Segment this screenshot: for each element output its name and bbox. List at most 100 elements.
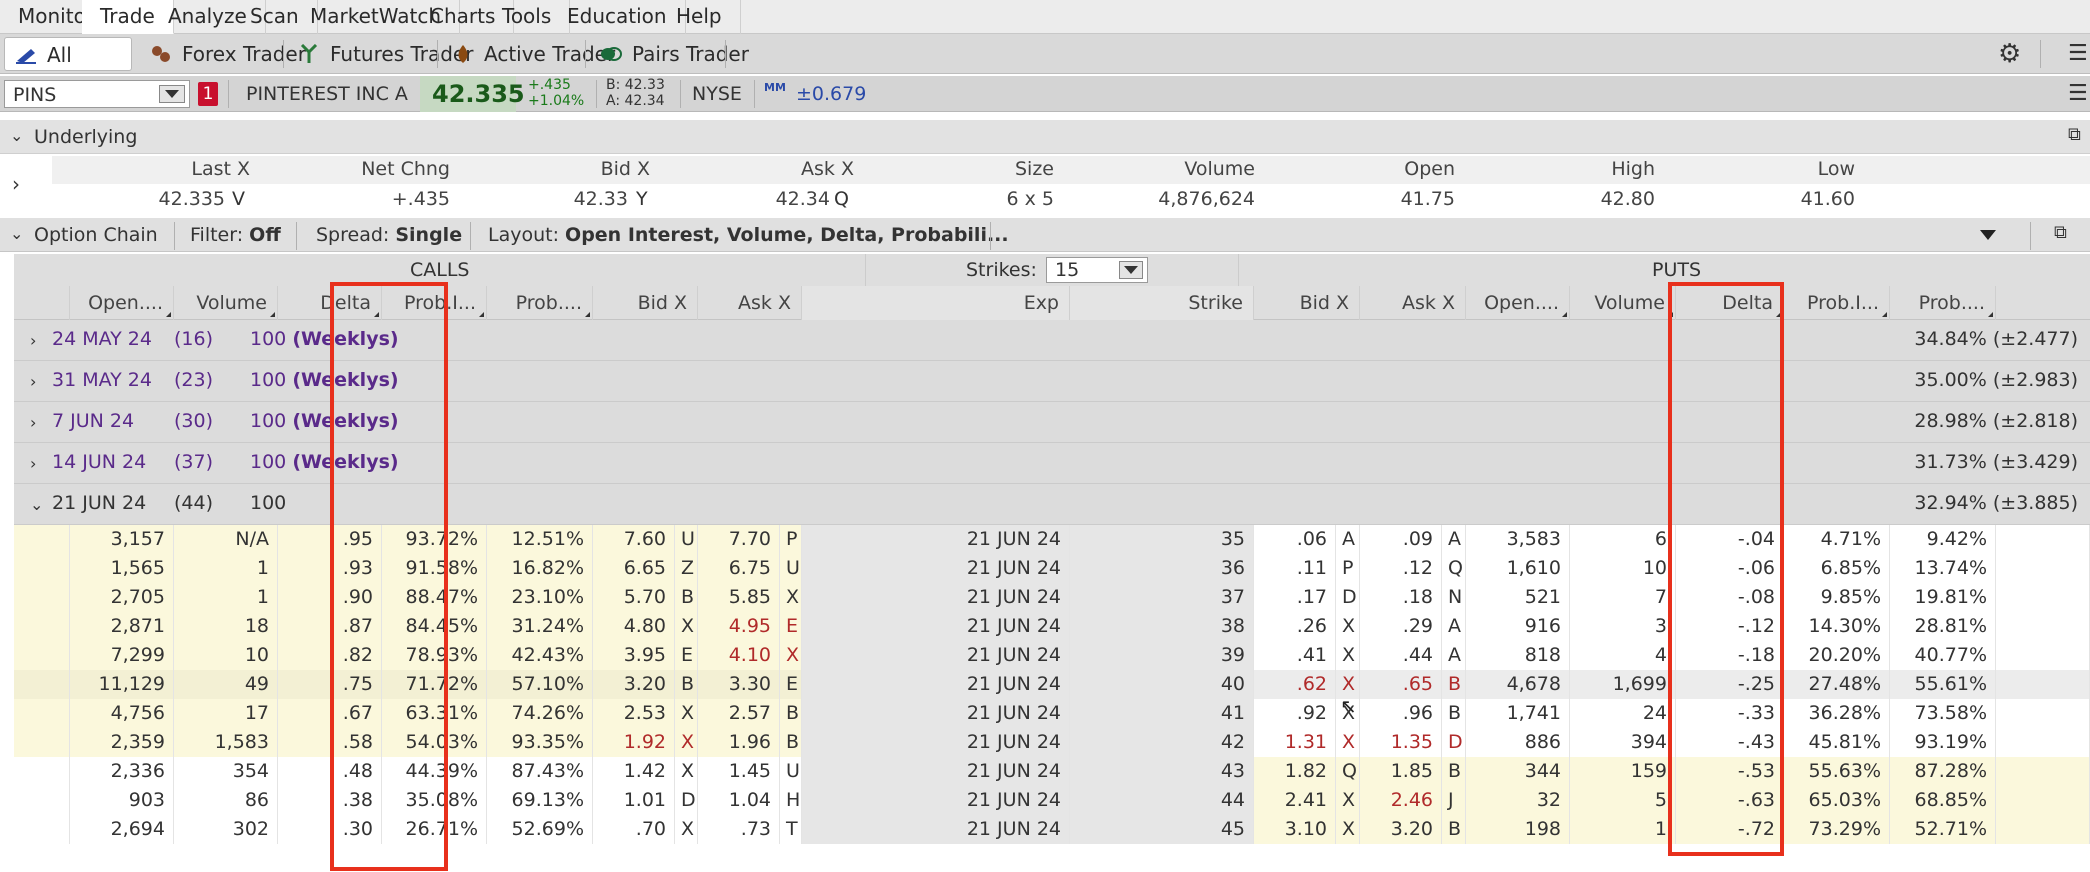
expiration-days: (30) [174, 410, 214, 432]
chevron-down-icon[interactable]: ⌄ [10, 224, 23, 243]
layout-dropdown[interactable]: Layout: Open Interest, Volume, Delta, Pr… [488, 218, 1009, 252]
call-bid[interactable]: 7.60 [593, 525, 675, 554]
chevron-right-icon[interactable]: › [30, 454, 36, 473]
put-ask[interactable]: .09 [1360, 525, 1442, 554]
put-bid[interactable]: 3.10 [1254, 815, 1336, 844]
col-strike[interactable]: Strike [1070, 286, 1254, 320]
col-exp[interactable]: Exp [802, 286, 1070, 320]
call-prob-touch: 69.13% [487, 786, 593, 815]
product-all-products[interactable]: All Products [4, 37, 133, 101]
chevron-right-icon[interactable]: › [30, 372, 36, 391]
put-ask[interactable]: .44 [1360, 641, 1442, 670]
call-bid[interactable]: 1.01 [593, 786, 675, 815]
chevron-right-icon[interactable]: › [12, 172, 20, 196]
call-ask[interactable]: 4.10 [698, 641, 780, 670]
call-bid[interactable]: .70 [593, 815, 675, 844]
col-put-prob-itm[interactable]: Prob.I... [1784, 286, 1890, 320]
put-bid[interactable]: 1.82 [1254, 757, 1336, 786]
call-bid[interactable]: 6.65 [593, 554, 675, 583]
col-call-ask[interactable]: Ask X [698, 286, 802, 320]
put-ask[interactable]: .96 [1360, 699, 1442, 728]
put-bid-exchange: Q [1336, 757, 1360, 786]
put-bid-exchange: X [1336, 641, 1360, 670]
call-ask[interactable]: 6.75 [698, 554, 780, 583]
alert-badge[interactable]: 1 [198, 82, 218, 106]
put-bid[interactable]: 2.41 [1254, 786, 1336, 815]
calls-label: CALLS [410, 259, 470, 281]
col-call-bid[interactable]: Bid X [593, 286, 698, 320]
call-bid[interactable]: 3.20 [593, 670, 675, 699]
put-bid[interactable]: .06 [1254, 525, 1336, 554]
row-expiration: 21 JUN 24 [802, 757, 1070, 786]
menu-tab-help[interactable]: Help [658, 0, 741, 34]
chevron-right-icon[interactable]: › [30, 413, 36, 432]
call-ask[interactable]: 5.85 [698, 583, 780, 612]
col-call-volume[interactable]: Volume [174, 286, 278, 320]
underlying-size: 6 x 5 [1006, 188, 1055, 210]
put-bid[interactable]: .62 [1254, 670, 1336, 699]
call-bid[interactable]: 5.70 [593, 583, 675, 612]
list-menu-icon[interactable]: ☰ [2068, 38, 2088, 70]
col-put-prob-touch[interactable]: Prob.... [1890, 286, 1996, 320]
put-ask[interactable]: 2.46 [1360, 786, 1442, 815]
call-bid[interactable]: 1.92 [593, 728, 675, 757]
put-ask[interactable]: 1.85 [1360, 757, 1442, 786]
call-bid[interactable]: 1.42 [593, 757, 675, 786]
col-put-open-interest[interactable]: Open.... [1466, 286, 1570, 320]
divider [990, 222, 991, 250]
gear-icon[interactable]: ⚙ [1998, 38, 2021, 70]
call-ask[interactable]: 1.96 [698, 728, 780, 757]
strikes-select[interactable]: 15 [1046, 257, 1148, 283]
call-ask[interactable]: 2.57 [698, 699, 780, 728]
call-bid[interactable]: 3.95 [593, 641, 675, 670]
put-bid[interactable]: 1.31 [1254, 728, 1336, 757]
call-open-interest: 2,705 [70, 583, 174, 612]
popout-icon[interactable]: ⧉ [2054, 222, 2067, 243]
put-open-interest: 818 [1466, 641, 1570, 670]
spread-dropdown[interactable]: Spread: Single [316, 218, 462, 252]
call-bid[interactable]: 2.53 [593, 699, 675, 728]
call-bid[interactable]: 4.80 [593, 612, 675, 641]
filter-dropdown[interactable]: Filter: Off [190, 218, 281, 252]
call-bid-exchange: X [675, 757, 698, 786]
row-expiration: 21 JUN 24 [802, 612, 1070, 641]
call-ask[interactable]: 3.30 [698, 670, 780, 699]
call-ask[interactable]: 1.45 [698, 757, 780, 786]
put-ask[interactable]: 1.35 [1360, 728, 1442, 757]
underlying-section-header[interactable]: ⌄ Underlying ⧉ [0, 120, 2090, 154]
chevron-right-icon[interactable]: › [30, 331, 36, 350]
call-ask[interactable]: 7.70 [698, 525, 780, 554]
symbol-input[interactable]: PINS [4, 80, 190, 108]
chevron-down-icon[interactable]: ⌄ [30, 495, 43, 514]
put-bid[interactable]: .41 [1254, 641, 1336, 670]
col-put-bid[interactable]: Bid X [1254, 286, 1360, 320]
call-ask[interactable]: .73 [698, 815, 780, 844]
collapse-down-icon[interactable] [1980, 230, 1996, 240]
col-put-ask[interactable]: Ask X [1360, 286, 1466, 320]
call-bid-exchange: D [675, 786, 698, 815]
put-bid[interactable]: .92 [1254, 699, 1336, 728]
call-ask[interactable]: 4.95 [698, 612, 780, 641]
call-ask[interactable]: 1.04 [698, 786, 780, 815]
strikes-dropdown-button[interactable] [1119, 261, 1143, 279]
put-ask[interactable]: .29 [1360, 612, 1442, 641]
put-ask[interactable]: 3.20 [1360, 815, 1442, 844]
company-name: PINTEREST INC A [246, 83, 408, 105]
put-ask[interactable]: .18 [1360, 583, 1442, 612]
popout-icon[interactable]: ⧉ [2068, 124, 2081, 145]
col-call-prob-touch[interactable]: Prob.... [487, 286, 593, 320]
put-bid[interactable]: .26 [1254, 612, 1336, 641]
product-toolbar: All Products Forex Trader Futures Trader… [0, 34, 2090, 101]
put-bid-exchange: D [1336, 583, 1360, 612]
put-bid[interactable]: .11 [1254, 554, 1336, 583]
list-menu-icon[interactable]: ☰ [2068, 78, 2088, 110]
option-chain-title[interactable]: Option Chain [34, 218, 158, 252]
put-bid[interactable]: .17 [1254, 583, 1336, 612]
put-ask[interactable]: .12 [1360, 554, 1442, 583]
put-volume: 24 [1570, 699, 1676, 728]
product-forex-trader[interactable]: Forex Trader [140, 37, 306, 71]
put-ask[interactable]: .65 [1360, 670, 1442, 699]
symbol-dropdown-button[interactable] [159, 85, 185, 103]
col-call-open-interest[interactable]: Open.... [70, 286, 174, 320]
col-put-volume[interactable]: Volume [1570, 286, 1676, 320]
